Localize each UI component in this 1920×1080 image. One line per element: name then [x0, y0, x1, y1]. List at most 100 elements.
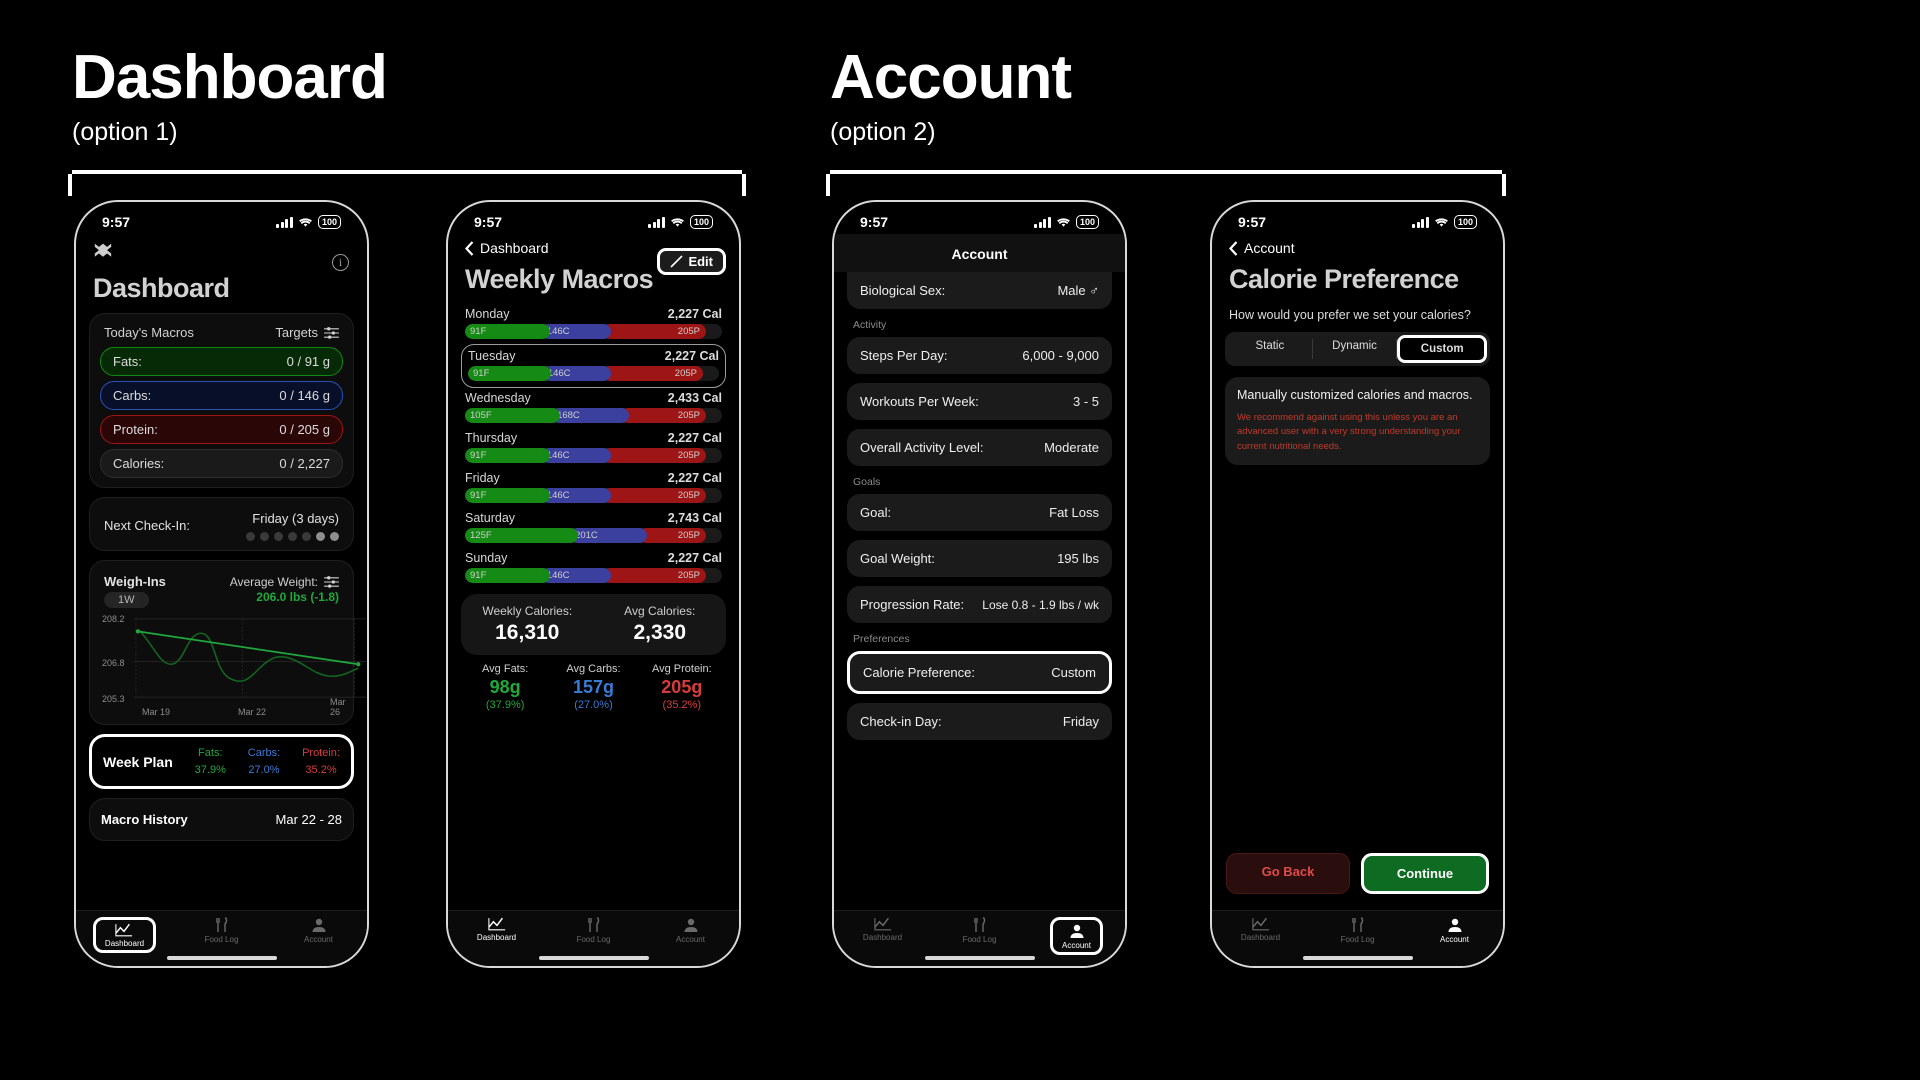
tab-food-log-4[interactable]: Food Log: [1309, 917, 1406, 944]
macro-row-calories[interactable]: Calories: 0 / 2,227: [100, 449, 343, 478]
macro-label-carbs: Carbs:: [113, 388, 152, 403]
day-row-friday[interactable]: Friday 2,227 Cal 91F 146C 205P: [461, 468, 726, 508]
day-label: Thursday: [465, 431, 518, 445]
signal-icon: [276, 216, 293, 228]
day-row-thursday[interactable]: Thursday 2,227 Cal 91F 146C 205P: [461, 428, 726, 468]
setting-row-biological-sex[interactable]: Biological Sex: Male ♂: [847, 272, 1112, 309]
next-checkin-card[interactable]: Next Check-In: Friday (3 days): [89, 497, 354, 551]
fork-knife-icon: [215, 917, 227, 932]
tab-food-log-2[interactable]: Food Log: [545, 917, 642, 944]
setting-row-steps-per-day[interactable]: Steps Per Day: 6,000 - 9,000: [847, 337, 1112, 374]
status-time-3: 9:57: [860, 214, 889, 230]
setting-label: Workouts Per Week:: [860, 394, 979, 409]
avg-fats-pct: (37.9%): [485, 699, 525, 711]
person-icon: [684, 918, 697, 932]
avg-calories-label: Avg Calories:: [624, 604, 696, 618]
week-plan-protein-label: Protein:: [302, 747, 340, 759]
section-sub-account: (option 2): [830, 118, 936, 146]
tab-dashboard[interactable]: Dashboard: [76, 917, 173, 953]
go-back-button[interactable]: Go Back: [1226, 853, 1350, 894]
chevron-left-icon: [1229, 240, 1238, 256]
segment-dynamic[interactable]: Dynamic: [1313, 335, 1397, 363]
panel-warning: We recommend against using this unless y…: [1237, 412, 1461, 452]
setting-label: Progression Rate:: [860, 597, 965, 612]
bar-protein: 205P: [621, 408, 706, 423]
status-bar-2: 9:57 100: [448, 202, 739, 234]
section-title-dashboard: Dashboard: [72, 43, 388, 112]
setting-row-calorie-preference[interactable]: Calorie Preference: Custom: [847, 651, 1112, 694]
avg-carbs-value: 157g: [572, 677, 614, 697]
tab-account-3[interactable]: Account: [1028, 917, 1125, 955]
bar-fats: 91F: [465, 568, 550, 583]
weight-line-chart: 208.2 206.8 205.3 Mar 19 Mar 22 Mar 26: [102, 614, 366, 717]
tab-dashboard-4[interactable]: Dashboard: [1212, 917, 1309, 942]
tab-label-food-log: Food Log: [576, 935, 611, 944]
bar-carbs: 146C: [542, 366, 611, 381]
macro-history-card[interactable]: Macro History Mar 22 - 28: [89, 798, 354, 841]
continue-button[interactable]: Continue: [1361, 853, 1489, 894]
tab-dashboard-3[interactable]: Dashboard: [834, 917, 931, 942]
page-title: Dashboard: [93, 273, 230, 303]
segment-custom[interactable]: Custom: [1397, 335, 1488, 363]
tab-dashboard-2[interactable]: Dashboard: [448, 917, 545, 942]
tab-label-account: Account: [304, 935, 333, 944]
battery-indicator-2: 100: [689, 215, 713, 229]
day-row-tuesday[interactable]: Tuesday 2,227 Cal 91F 146C 205P: [461, 344, 726, 388]
macro-row-carbs[interactable]: Carbs: 0 / 146 g: [100, 381, 343, 410]
nav-title-account: Account: [834, 234, 1125, 272]
status-bar-4: 9:57 100: [1212, 202, 1503, 234]
chart-ytick-0: 208.2: [102, 614, 125, 624]
day-calories: 2,743 Cal: [667, 511, 722, 525]
tab-food-log[interactable]: Food Log: [173, 917, 270, 944]
setting-row-goal-weight[interactable]: Goal Weight: 195 lbs: [847, 540, 1112, 577]
tab-food-log-3[interactable]: Food Log: [931, 917, 1028, 944]
avg-calories-block: Avg Calories: 2,330: [594, 604, 727, 645]
chart-ytick-1: 206.8: [102, 658, 125, 668]
back-button-account[interactable]: Account: [1225, 234, 1490, 262]
day-calories: 2,433 Cal: [667, 391, 722, 405]
tab-label-account: Account: [1062, 941, 1091, 950]
macro-value-protein: 0 / 205 g: [279, 422, 330, 437]
signal-icon-4: [1412, 216, 1429, 228]
calorie-preference-segmented-control[interactable]: Static Dynamic Custom: [1225, 332, 1490, 366]
phone-calorie-preference: 9:57 100 Account Calorie Preference How …: [1210, 200, 1505, 968]
tab-label-dashboard: Dashboard: [1240, 933, 1281, 942]
targets-label: Targets: [275, 325, 318, 340]
setting-row-workouts-per-week[interactable]: Workouts Per Week: 3 - 5: [847, 383, 1112, 420]
status-time-4: 9:57: [1238, 214, 1267, 230]
battery-indicator-3: 100: [1075, 215, 1099, 229]
checkin-value: Friday (3 days): [252, 511, 339, 526]
back-label: Dashboard: [480, 240, 549, 256]
sliders-icon[interactable]: [324, 326, 339, 339]
macro-row-fats[interactable]: Fats: 0 / 91 g: [100, 347, 343, 376]
sliders-icon-weighins[interactable]: [324, 576, 339, 588]
day-row-wednesday[interactable]: Wednesday 2,433 Cal 105F 168C 205P: [461, 388, 726, 428]
setting-row-checkin-day[interactable]: Check-in Day: Friday: [847, 703, 1112, 740]
bar-fats: 105F: [465, 408, 561, 423]
tab-account-4[interactable]: Account: [1406, 917, 1503, 944]
panel-heading: Manually customized calories and macros.: [1237, 388, 1473, 402]
weighins-range-toggle[interactable]: 1W: [104, 592, 149, 608]
setting-row-goal[interactable]: Goal: Fat Loss: [847, 494, 1112, 531]
macro-row-protein[interactable]: Protein: 0 / 205 g: [100, 415, 343, 444]
week-plan-fats-label: Fats:: [198, 747, 223, 759]
person-icon: [1070, 924, 1083, 938]
setting-value: Male ♂: [1057, 283, 1099, 298]
week-plan-card[interactable]: Week Plan Fats: 37.9% Carbs: 27.0% Protein…: [89, 734, 354, 789]
day-row-saturday[interactable]: Saturday 2,743 Cal 125F 201C 205P: [461, 508, 726, 548]
day-row-sunday[interactable]: Sunday 2,227 Cal 91F 146C 205P: [461, 548, 726, 588]
info-icon[interactable]: i: [332, 254, 349, 271]
setting-row-overall-activity-level[interactable]: Overall Activity Level: Moderate: [847, 429, 1112, 466]
tab-account[interactable]: Account: [270, 917, 367, 944]
day-row-monday[interactable]: Monday 2,227 Cal 91F 146C 205P: [461, 304, 726, 344]
phone-account: 9:57 100 Account Biological Sex: Male ♂ …: [832, 200, 1127, 968]
edit-button[interactable]: Edit: [657, 248, 726, 275]
segment-static[interactable]: Static: [1228, 335, 1312, 363]
bar-carbs: 201C: [570, 528, 648, 543]
macro-history-value: Mar 22 - 28: [275, 812, 342, 827]
tab-account-2[interactable]: Account: [642, 917, 739, 944]
back-label: Account: [1244, 240, 1295, 256]
avg-protein-pct: (35.2%): [662, 699, 702, 711]
setting-row-progression-rate[interactable]: Progression Rate: Lose 0.8 - 1.9 lbs / w…: [847, 586, 1112, 623]
chart-icon: [873, 917, 891, 931]
